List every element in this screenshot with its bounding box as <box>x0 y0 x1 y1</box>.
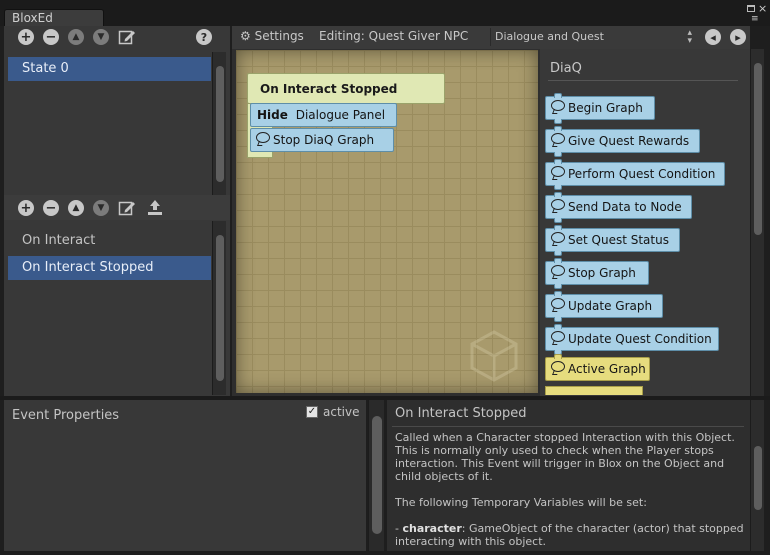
events-scrollbar[interactable] <box>212 221 226 395</box>
speech-bubble-icon <box>256 132 270 143</box>
speech-bubble-icon <box>551 133 565 144</box>
move-down-icon[interactable]: ▼ <box>93 200 109 216</box>
palette-item-label: Update Graph <box>568 299 653 313</box>
speech-bubble-icon <box>551 298 565 309</box>
action-keyword: Hide <box>257 108 288 122</box>
event-block[interactable]: On Interact Stopped <box>247 73 445 104</box>
window-tab[interactable]: BloxEd <box>4 9 104 27</box>
speech-bubble-icon <box>551 265 565 276</box>
active-label: active <box>323 405 360 419</box>
speech-bubble-icon <box>551 361 565 372</box>
title-bar <box>0 0 770 26</box>
palette-item-label: Active Graph <box>568 362 646 376</box>
action-label: Dialogue Panel <box>295 108 386 122</box>
move-up-icon[interactable]: ▲ <box>68 200 84 216</box>
export-icon[interactable] <box>146 198 164 216</box>
active-checkbox[interactable]: ✓ <box>306 406 318 418</box>
maximize-icon[interactable] <box>747 5 755 12</box>
palette-item[interactable]: Update Graph <box>545 291 663 322</box>
cube-watermark-icon <box>466 328 522 384</box>
palette-item-label: Send Data to Node <box>568 200 682 214</box>
gear-icon: ⚙ <box>240 29 251 43</box>
events-toolbar <box>4 195 230 220</box>
remove-state-icon[interactable]: − <box>43 29 59 45</box>
event-label: On Interact Stopped <box>22 260 154 275</box>
speech-bubble-icon <box>551 166 565 177</box>
event-block-title: On Interact Stopped <box>260 82 398 96</box>
dropdown-arrows-icon: ▴ ▾ <box>687 28 692 46</box>
move-up-icon[interactable]: ▲ <box>68 29 84 45</box>
list-item[interactable]: On Interact Stopped <box>8 256 211 280</box>
scrollbar-thumb[interactable] <box>216 235 224 381</box>
window-tab-title: BloxEd <box>12 11 53 25</box>
editing-label: Editing: Quest Giver NPC <box>319 29 469 43</box>
scrollbar-thumb[interactable] <box>216 66 224 182</box>
palette-heading-divider <box>548 80 738 81</box>
rename-icon[interactable] <box>118 199 136 217</box>
speech-bubble-icon <box>551 199 565 210</box>
help-paragraph: The following Temporary Variables will b… <box>395 496 647 509</box>
speech-bubble-icon <box>551 232 565 243</box>
help-title-divider <box>392 426 744 427</box>
scrollbar-thumb[interactable] <box>754 446 762 510</box>
event-properties-title: Event Properties <box>12 408 120 423</box>
canvas-action-block[interactable]: Hide Dialogue Panel <box>250 103 397 127</box>
palette-item[interactable]: Begin Graph <box>545 93 655 124</box>
palette-scrollbar[interactable] <box>750 49 764 396</box>
canvas-action-block[interactable]: Stop DiaQ Graph <box>250 128 394 152</box>
palette-item-partial <box>545 386 643 395</box>
add-state-icon[interactable]: + <box>18 29 34 45</box>
settings-button[interactable]: ⚙ Settings <box>240 29 304 43</box>
help-title: On Interact Stopped <box>395 406 527 421</box>
event-label: On Interact <box>22 233 96 248</box>
prev-icon[interactable]: ◂ <box>705 29 721 45</box>
list-item[interactable]: On Interact <box>8 229 211 253</box>
window-menu-icon[interactable]: ≡ <box>751 15 759 24</box>
rename-icon[interactable] <box>118 28 136 46</box>
scrollbar-thumb[interactable] <box>372 416 382 534</box>
palette-item[interactable]: Give Quest Rewards <box>545 126 700 157</box>
category-value: Dialogue and Quest <box>495 30 604 43</box>
palette-item-label: Begin Graph <box>568 101 643 115</box>
next-icon[interactable]: ▸ <box>730 29 746 45</box>
palette-item-label: Perform Quest Condition <box>568 167 716 181</box>
add-event-icon[interactable]: + <box>18 200 34 216</box>
help-var-name: character <box>402 522 462 535</box>
palette-item-label: Give Quest Rewards <box>568 134 690 148</box>
palette-item[interactable]: Active Graph <box>545 354 650 381</box>
palette-item[interactable]: Set Quest Status <box>545 225 680 256</box>
palette-item[interactable]: Perform Quest Condition <box>545 159 725 190</box>
palette-item[interactable]: Send Data to Node <box>545 192 692 223</box>
help-paragraph: Called when a Character stopped Interact… <box>395 431 735 483</box>
palette-heading: DiaQ <box>550 61 582 76</box>
help-scrollbar[interactable] <box>750 400 764 551</box>
palette-item[interactable]: Stop Graph <box>545 258 649 289</box>
settings-label: Settings <box>254 29 304 43</box>
properties-scrollbar[interactable] <box>368 400 384 551</box>
scrollbar-thumb[interactable] <box>754 63 762 235</box>
help-text: Called when a Character stopped Interact… <box>395 431 745 549</box>
speech-bubble-icon <box>551 100 565 111</box>
list-item[interactable]: State 0 <box>8 57 211 81</box>
move-down-icon[interactable]: ▼ <box>93 29 109 45</box>
palette-item[interactable]: Update Quest Condition <box>545 324 719 355</box>
palette-item-label: Stop Graph <box>568 266 636 280</box>
states-scrollbar[interactable] <box>212 52 226 195</box>
palette-item-label: Set Quest Status <box>568 233 669 247</box>
palette-item-label: Update Quest Condition <box>568 332 712 346</box>
action-label: Stop DiaQ Graph <box>273 133 375 147</box>
category-dropdown[interactable]: Dialogue and Quest ▴ ▾ <box>490 28 696 46</box>
state-label: State 0 <box>22 61 69 76</box>
help-variable: - character: GameObject of the character… <box>395 522 744 548</box>
speech-bubble-icon <box>551 331 565 342</box>
help-icon[interactable]: ? <box>196 29 212 45</box>
remove-event-icon[interactable]: − <box>43 200 59 216</box>
close-icon[interactable]: × <box>758 2 767 15</box>
